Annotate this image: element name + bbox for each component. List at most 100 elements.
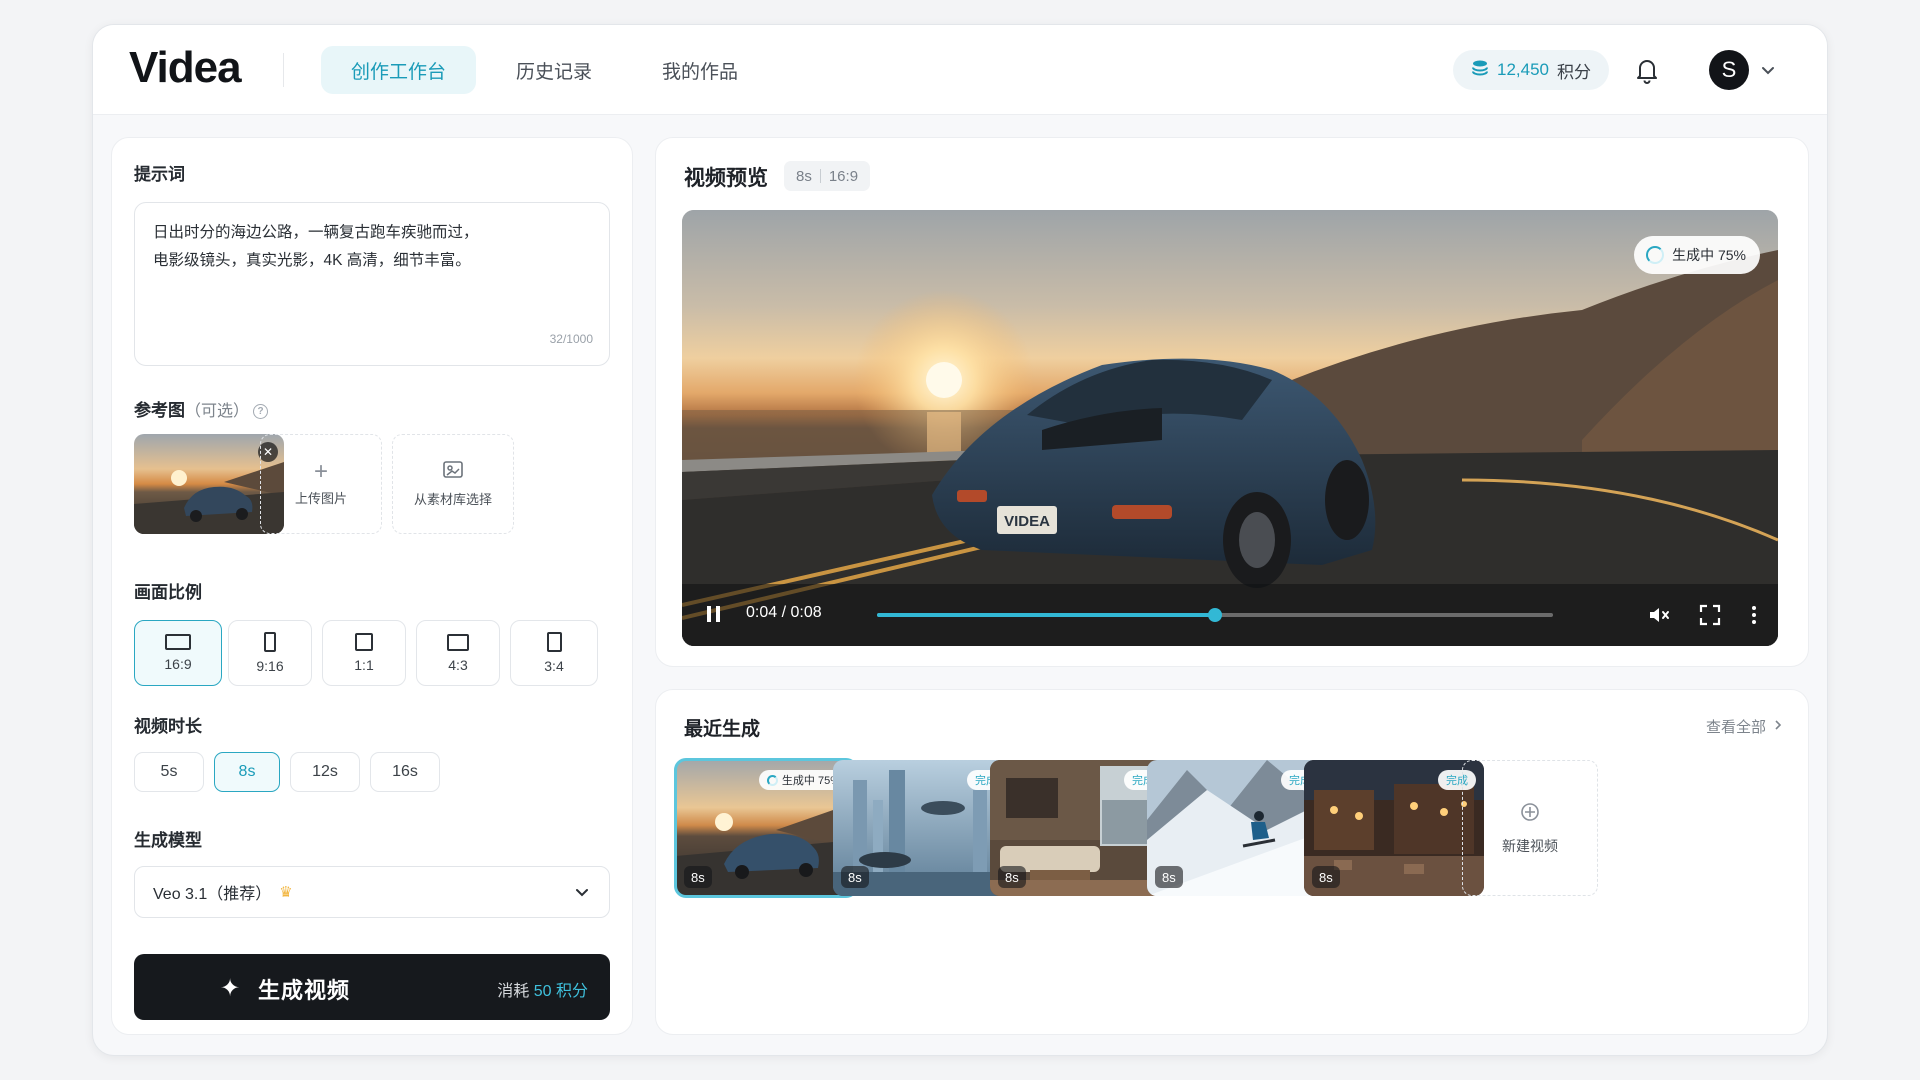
library-select-button[interactable]: 从素材库选择 bbox=[392, 434, 514, 534]
coins-icon bbox=[1471, 59, 1489, 82]
view-all-label: 查看全部 bbox=[1705, 719, 1766, 736]
duration-badge: 8s bbox=[841, 866, 869, 888]
points-unit: 积分 bbox=[1557, 62, 1591, 82]
recent-panel: 最近生成 查看全部 生成中 75% 8s 完成 8s 完成 8s 完成 8s 完… bbox=[655, 689, 1809, 1035]
spinner-icon bbox=[1646, 246, 1665, 264]
reference-optional: （可选） bbox=[185, 403, 250, 420]
ratio-label: 1:1 bbox=[354, 657, 374, 673]
pause-icon[interactable] bbox=[704, 603, 724, 625]
bell-icon[interactable] bbox=[1632, 55, 1662, 85]
portrait-icon bbox=[264, 632, 276, 652]
badge-text: 生成中 75% bbox=[781, 775, 840, 787]
generate-video-button[interactable]: ✦ 生成视频 消耗 50 积分 bbox=[134, 954, 610, 1020]
plus-icon: + bbox=[313, 457, 328, 485]
recent-item[interactable]: 完成 8s bbox=[1304, 760, 1484, 896]
recent-item[interactable]: 完成 8s bbox=[1147, 760, 1327, 896]
fullscreen-icon[interactable] bbox=[1698, 603, 1722, 627]
spinner-icon bbox=[766, 774, 778, 786]
prompt-label: 提示词 bbox=[134, 165, 185, 184]
ratio-label: 3:4 bbox=[544, 658, 564, 674]
duration-badge: 8s bbox=[1155, 866, 1183, 888]
mute-icon[interactable] bbox=[1647, 603, 1671, 627]
tab-my-works[interactable]: 我的作品 bbox=[632, 46, 768, 94]
recent-item[interactable]: 完成 8s bbox=[833, 760, 1013, 896]
points-value: 12,450 bbox=[1497, 60, 1549, 79]
image-library-icon bbox=[442, 460, 464, 483]
cost-value: 50 bbox=[533, 983, 552, 1000]
settings-panel: 提示词 日出时分的海边公路，一辆复古跑车疾驰而过， 电影级镜头，真实光影，4K … bbox=[111, 137, 633, 1035]
square-icon bbox=[355, 633, 373, 651]
duration-badge: 8s bbox=[684, 866, 712, 888]
aspect-ratio-label: 画面比例 bbox=[134, 583, 202, 602]
plate-text: VIDEA bbox=[1004, 513, 1050, 530]
chevron-down-icon[interactable] bbox=[1759, 61, 1777, 79]
duration-label: 视频时长 bbox=[134, 717, 202, 736]
more-vertical-icon[interactable] bbox=[1742, 603, 1766, 627]
ratio-label: 9:16 bbox=[256, 658, 284, 674]
new-video-button[interactable]: 新建视频 bbox=[1462, 760, 1598, 896]
divider bbox=[819, 169, 821, 183]
time-current: 0:04 bbox=[746, 604, 778, 621]
prompt-textarea[interactable]: 日出时分的海边公路，一辆复古跑车疾驰而过， 电影级镜头，真实光影，4K 高清，细… bbox=[134, 202, 610, 366]
top-bar: Videa 创作工作台 历史记录 我的作品 12,450 积分 S bbox=[93, 25, 1827, 115]
model-value: Veo 3.1（推荐） bbox=[153, 886, 272, 903]
upload-image-button[interactable]: + 上传图片 bbox=[260, 434, 382, 534]
duration-16s-button[interactable]: 16s bbox=[370, 752, 440, 792]
ratio-3-4-button[interactable]: 3:4 bbox=[510, 620, 598, 686]
generate-label: 生成视频 bbox=[258, 978, 351, 1003]
header-divider bbox=[283, 53, 284, 87]
view-all-link[interactable]: 查看全部 bbox=[1706, 716, 1784, 737]
avatar[interactable]: S bbox=[1709, 50, 1749, 90]
ratio-label: 4:3 bbox=[448, 656, 468, 673]
tab-workspace[interactable]: 创作工作台 bbox=[321, 46, 477, 94]
time-display: 0:04 / 0:08 bbox=[746, 604, 822, 622]
landscape-icon bbox=[447, 633, 469, 651]
ratio-9-16-button[interactable]: 9:16 bbox=[228, 620, 312, 686]
upload-label: 上传图片 bbox=[294, 490, 347, 506]
app-window: Videa 创作工作台 历史记录 我的作品 12,450 积分 S 提示词 日出… bbox=[92, 24, 1828, 1056]
prompt-char-count: 32/1000 bbox=[549, 332, 593, 346]
generate-cost: 消耗 50 积分 bbox=[497, 977, 588, 1001]
video-player[interactable]: VIDEA 生成中 75% 0:04 / 0:08 bbox=[682, 210, 1778, 646]
main-nav: 创作工作台 历史记录 我的作品 bbox=[321, 46, 768, 94]
tab-history[interactable]: 历史记录 bbox=[486, 46, 622, 94]
player-controls: 0:04 / 0:08 bbox=[682, 584, 1778, 646]
ratio-1-1-button[interactable]: 1:1 bbox=[322, 620, 406, 686]
help-icon[interactable]: ? bbox=[253, 404, 269, 419]
recent-item[interactable]: 完成 8s bbox=[990, 760, 1170, 896]
landscape-icon bbox=[165, 634, 191, 650]
time-total: 0:08 bbox=[790, 604, 822, 621]
preview-title: 视频预览 bbox=[684, 167, 768, 190]
points-balance[interactable]: 12,450 积分 bbox=[1453, 50, 1609, 90]
meta-duration: 8s bbox=[796, 167, 812, 185]
crown-icon: ♛ bbox=[279, 884, 293, 901]
logo[interactable]: Videa bbox=[129, 43, 242, 93]
generating-status: 生成中 75% bbox=[1634, 236, 1760, 274]
library-label: 从素材库选择 bbox=[413, 492, 492, 507]
meta-ratio: 16:9 bbox=[828, 167, 859, 185]
progress-slider[interactable] bbox=[877, 608, 1553, 622]
duration-12s-button[interactable]: 12s bbox=[290, 752, 360, 792]
ratio-label: 16:9 bbox=[164, 656, 192, 672]
portrait-icon bbox=[546, 632, 562, 652]
progress-fill bbox=[877, 613, 1215, 617]
reference-label-text: 参考图 bbox=[134, 401, 185, 420]
chevron-down-icon bbox=[573, 883, 591, 901]
prompt-line-1: 日出时分的海边公路，一辆复古跑车疾驰而过， bbox=[153, 224, 479, 241]
recent-title: 最近生成 bbox=[684, 719, 761, 740]
duration-5s-button[interactable]: 5s bbox=[134, 752, 204, 792]
sparkle-icon: ✦ bbox=[220, 975, 241, 1002]
video-frame: VIDEA bbox=[682, 210, 1778, 646]
cost-unit: 积分 bbox=[555, 983, 588, 1000]
new-video-label: 新建视频 bbox=[1502, 837, 1558, 854]
duration-badge: 8s bbox=[998, 866, 1026, 888]
recent-item[interactable]: 生成中 75% 8s bbox=[674, 758, 858, 898]
ratio-4-3-button[interactable]: 4:3 bbox=[416, 620, 500, 686]
video-meta: 8s 16:9 bbox=[784, 161, 871, 191]
duration-8s-button[interactable]: 8s bbox=[214, 752, 280, 792]
model-select[interactable]: Veo 3.1（推荐） ♛ bbox=[134, 866, 610, 918]
progress-handle[interactable] bbox=[1208, 608, 1222, 622]
ratio-16-9-button[interactable]: 16:9 bbox=[134, 620, 222, 686]
preview-panel: 视频预览 8s 16:9 VIDEA 生成中 75% 0:04 / 0:08 bbox=[655, 137, 1809, 667]
status-text: 生成中 75% bbox=[1672, 247, 1746, 263]
